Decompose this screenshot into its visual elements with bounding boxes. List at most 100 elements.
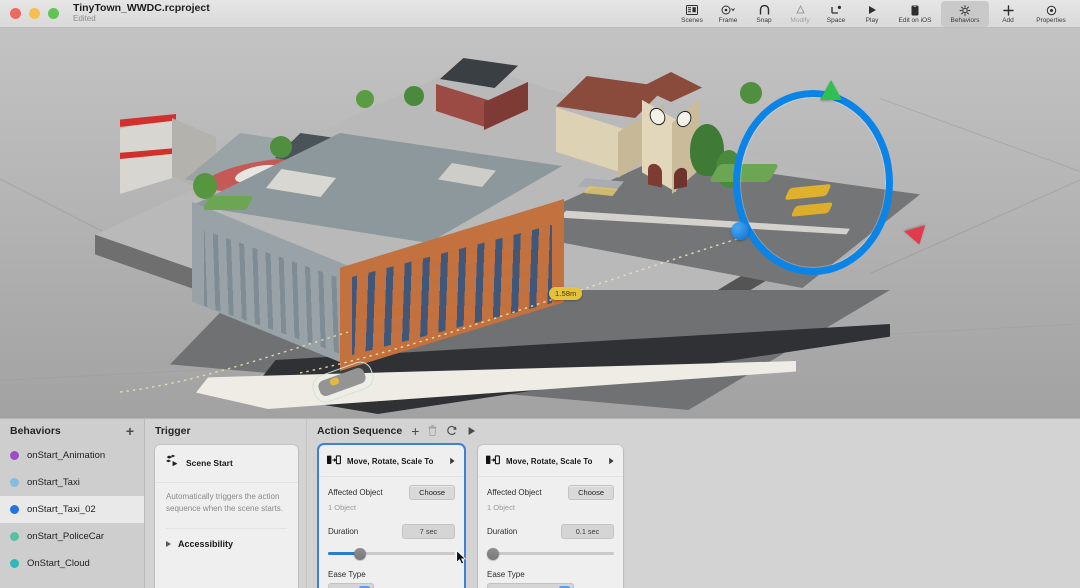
motion-path-tail	[120, 331, 349, 393]
behavior-label: OnStart_Cloud	[27, 558, 90, 569]
behavior-label: onStart_Taxi_02	[27, 504, 96, 515]
behavior-label: onStart_Animation	[27, 450, 106, 461]
toolbar-item-snap[interactable]: Snap	[747, 1, 781, 27]
duration-value[interactable]: 7 sec	[402, 524, 455, 539]
affected-object-row: Affected Object Choose	[328, 485, 455, 500]
document-status: Edited	[73, 14, 96, 24]
trigger-card-description: Automatically triggers the action sequen…	[155, 482, 298, 514]
toolbar-item-add[interactable]: Add	[991, 1, 1025, 27]
minimize-button[interactable]	[29, 8, 40, 19]
duration-slider[interactable]	[487, 547, 614, 560]
trigger-card-scene-start[interactable]: Scene Start Automatically triggers the a…	[155, 445, 298, 588]
duration-value[interactable]: 0.1 sec	[561, 524, 614, 539]
zoom-button[interactable]	[48, 8, 59, 19]
trigger-title: Trigger	[155, 424, 191, 437]
scenes-icon	[686, 5, 698, 16]
trigger-card-header: Scene Start	[155, 445, 298, 480]
behaviors-panel: Behaviors + onStart_Animation onStart_Ta…	[0, 418, 1080, 588]
behavior-item-onstart-animation[interactable]: onStart_Animation	[0, 442, 144, 469]
ease-type-select[interactable]: None	[328, 583, 374, 588]
affected-object-label: Affected Object	[487, 488, 542, 497]
chevron-right-icon	[166, 541, 171, 548]
behaviors-list[interactable]: onStart_Animation onStart_Taxi onStart_T…	[0, 442, 144, 588]
behavior-item-onstart-taxi-02[interactable]: onStart_Taxi_02	[0, 496, 144, 523]
tree	[356, 90, 374, 108]
modify-icon	[795, 5, 806, 16]
action-card-header: Move, Rotate, Scale To	[319, 445, 464, 477]
gizmo-axis-cone-x[interactable]	[904, 225, 930, 248]
toolbar-item-properties[interactable]: Properties	[1027, 1, 1075, 27]
chevron-right-icon[interactable]	[608, 452, 615, 470]
action-sequence-column: Action Sequence + Move, Rotate, Scale To…	[307, 419, 1080, 588]
reality-composer-window: TinyTown_WWDC.rcproject Edited Scenes Fr…	[0, 0, 1080, 588]
toolbar-label-edit-on-ios: Edit on iOS	[898, 16, 932, 24]
lawn	[201, 196, 255, 210]
loop-icon[interactable]	[446, 425, 458, 436]
duration-slider[interactable]	[328, 547, 455, 560]
trash-icon[interactable]	[428, 425, 437, 436]
toolbar-label-scenes: Scenes	[681, 16, 703, 24]
toolbar-item-space[interactable]: Space	[819, 1, 853, 27]
trigger-column: Trigger Scene Start Automatically trigge…	[145, 419, 307, 588]
chevron-right-icon[interactable]	[449, 452, 456, 470]
mouse-cursor	[456, 550, 467, 565]
behavior-color-swatch	[10, 451, 19, 460]
duration-row: Duration 0.1 sec	[487, 524, 614, 539]
behavior-item-onstart-taxi[interactable]: onStart_Taxi	[0, 469, 144, 496]
window-controls	[0, 8, 59, 19]
grid-line	[869, 167, 1080, 274]
gizmo-axis-cone-y[interactable]	[820, 80, 842, 100]
ease-type-label: Ease Type	[328, 570, 366, 579]
duration-label: Duration	[328, 527, 359, 536]
trigger-card-title: Scene Start	[186, 458, 233, 468]
close-button[interactable]	[10, 8, 21, 19]
behaviors-title: Behaviors	[10, 424, 61, 437]
ease-type-select[interactable]: Ease In/Ease Out	[487, 583, 574, 588]
toolbar-item-frame[interactable]: Frame	[711, 1, 745, 27]
accessibility-disclosure[interactable]: Accessibility	[166, 528, 287, 549]
document-info: TinyTown_WWDC.rcproject Edited	[73, 1, 210, 24]
behaviors-icon	[959, 4, 971, 16]
action-card-2[interactable]: Move, Rotate, Scale To Affected Object C…	[478, 445, 623, 588]
gizmo-pivot-handle[interactable]	[731, 222, 749, 240]
behavior-item-onstart-cloud[interactable]: OnStart_Cloud	[0, 550, 144, 577]
trigger-header: Trigger	[145, 419, 306, 442]
toolbar-label-play: Play	[865, 16, 879, 24]
action-cards-container: Move, Rotate, Scale To Affected Object C…	[319, 445, 623, 588]
toolbar-item-edit-on-ios[interactable]: Edit on iOS	[891, 1, 939, 27]
toolbar-label-behaviors: Behaviors	[950, 16, 980, 24]
snap-icon	[759, 5, 770, 16]
ease-type-label: Ease Type	[487, 570, 525, 579]
affected-object-label: Affected Object	[328, 488, 383, 497]
accessibility-label: Accessibility	[178, 539, 234, 550]
toolbar-item-play[interactable]: Play	[855, 1, 889, 27]
add-behavior-button[interactable]: +	[126, 424, 134, 438]
toolbar-label-space: Space	[826, 16, 846, 24]
scene-viewport[interactable]: 1.58m	[0, 28, 1080, 418]
choose-object-button[interactable]: Choose	[409, 485, 455, 500]
action-card-1[interactable]: Move, Rotate, Scale To Affected Object C…	[319, 445, 464, 588]
document-title: TinyTown_WWDC.rcproject	[73, 1, 210, 14]
action-card-title: Move, Rotate, Scale To	[506, 456, 593, 466]
rotation-gizmo-ring[interactable]	[733, 90, 893, 275]
toolbar-label-add: Add	[1002, 16, 1014, 24]
action-sequence-title: Action Sequence	[317, 424, 403, 437]
toolbar-item-modify[interactable]: Modify	[783, 1, 817, 27]
choose-object-button[interactable]: Choose	[568, 485, 614, 500]
distance-badge: 1.58m	[549, 287, 583, 300]
edit-on-ios-icon	[911, 5, 919, 16]
behavior-color-swatch	[10, 478, 19, 487]
action-card-body: Affected Object Choose 1 Object Duration…	[319, 477, 464, 588]
toolbar-label-frame: Frame	[718, 16, 738, 24]
toolbar-item-scenes[interactable]: Scenes	[675, 1, 709, 27]
behavior-label: onStart_PoliceCar	[27, 531, 105, 542]
properties-icon	[1046, 5, 1057, 16]
move-rotate-scale-icon	[327, 452, 341, 470]
toolbar-label-modify: Modify	[790, 16, 810, 24]
toolbar-item-behaviors[interactable]: Behaviors	[941, 1, 989, 27]
add-action-button[interactable]: +	[411, 424, 419, 438]
behaviors-header: Behaviors +	[0, 419, 144, 442]
behavior-label: onStart_Taxi	[27, 477, 80, 488]
behavior-item-onstart-policecar[interactable]: onStart_PoliceCar	[0, 523, 144, 550]
play-icon[interactable]	[467, 426, 476, 436]
